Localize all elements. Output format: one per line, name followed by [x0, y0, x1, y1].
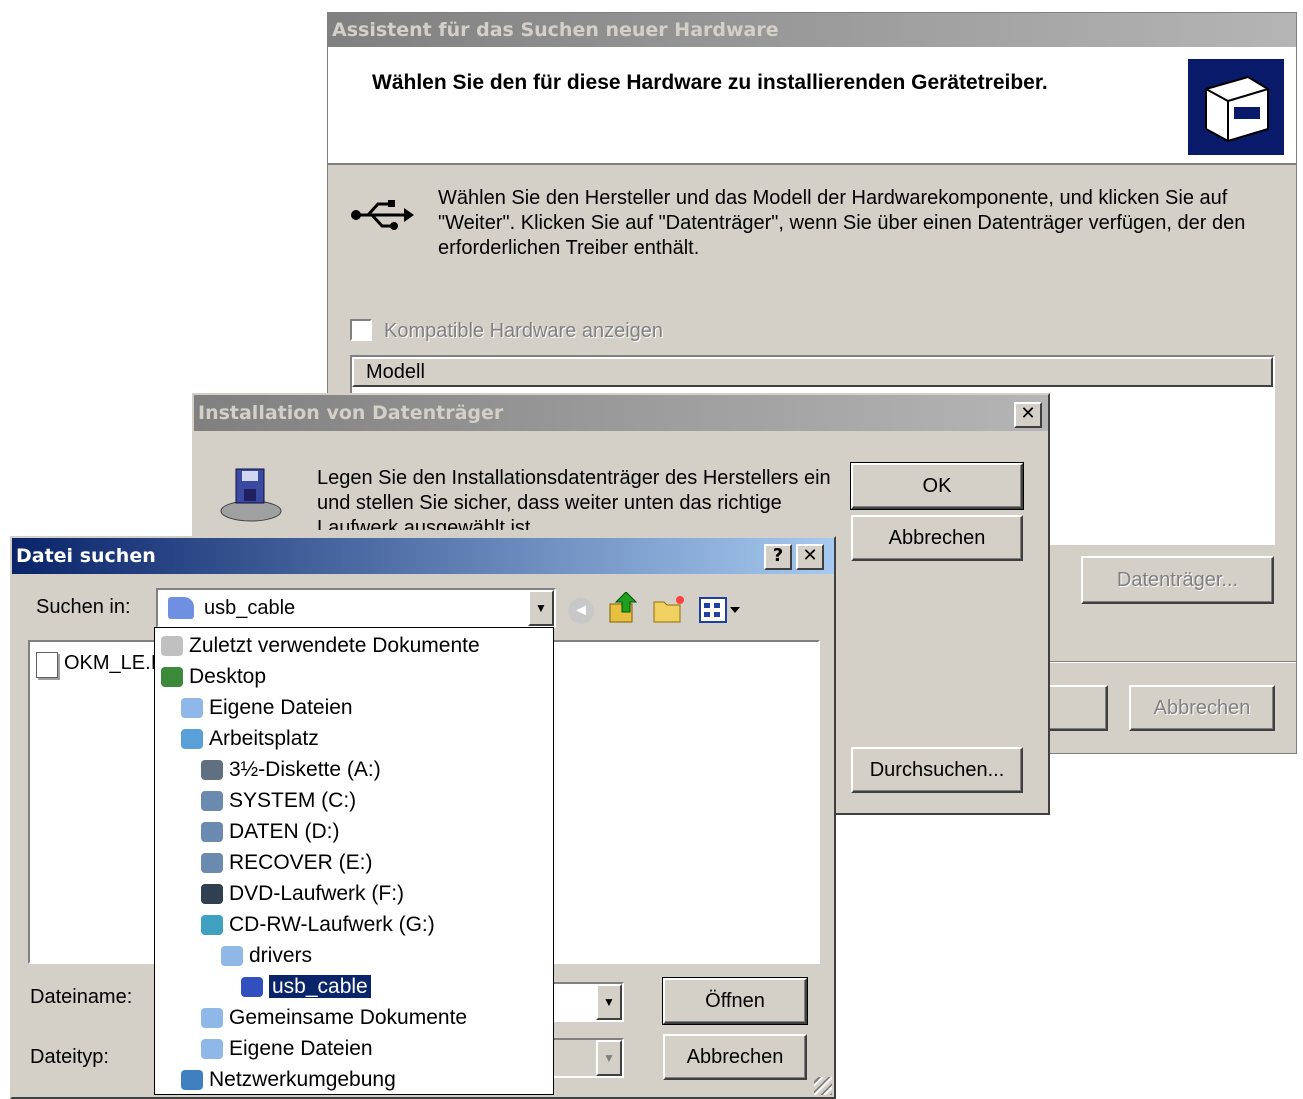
my-documents-icon	[181, 698, 203, 719]
file-dialog-title-bar[interactable]: Datei suchen	[12, 538, 834, 574]
wizard-heading: Wählen Sie den für diese Hardware zu ins…	[372, 71, 1048, 94]
tree-item[interactable]: Zuletzt verwendete Dokumente	[161, 630, 480, 661]
desktop-icon	[161, 667, 183, 688]
tree-item[interactable]: 3½-Diskette (A:)	[201, 754, 381, 785]
wizard-header: Wählen Sie den für diese Hardware zu ins…	[328, 47, 1296, 165]
disk-button[interactable]: Datenträger...	[1081, 556, 1274, 604]
look-in-dropdown-list[interactable]: Zuletzt verwendete Dokumente Desktop Eigen…	[154, 627, 554, 1095]
look-in-value: usb_cable	[204, 597, 296, 619]
folder-open-icon	[221, 946, 243, 967]
install-disk-title-bar[interactable]: Installation von Datenträger	[194, 395, 1048, 431]
file-item-name[interactable]: OKM_LE.I	[64, 652, 156, 675]
look-in-combobox[interactable]: usb_cable ▼	[156, 588, 556, 628]
tree-item[interactable]: Netzwerkumgebung	[181, 1064, 396, 1094]
cd-drive-icon	[201, 915, 223, 936]
folder-open-icon	[168, 597, 194, 619]
tree-item-label: Desktop	[189, 665, 267, 688]
shared-docs-icon	[201, 1008, 223, 1029]
tree-item-label: Zuletzt verwendete Dokumente	[189, 634, 480, 657]
install-disk-ok-button[interactable]: OK	[850, 462, 1024, 510]
chevron-down-icon[interactable]: ▼	[528, 590, 554, 626]
hard-drive-icon	[201, 791, 223, 812]
tree-item[interactable]: RECOVER (E:)	[201, 847, 373, 878]
install-disk-message: Legen Sie den Installationsdatenträger d…	[317, 467, 831, 530]
up-folder-icon[interactable]	[608, 591, 638, 624]
tree-item[interactable]: Eigene Dateien	[201, 1033, 373, 1064]
install-disk-cancel-button[interactable]: Abbrechen	[851, 515, 1023, 561]
inf-file-icon	[36, 652, 58, 678]
tree-item-label: Eigene Dateien	[209, 696, 353, 719]
hard-drive-icon	[201, 853, 223, 874]
my-computer-icon	[181, 729, 203, 750]
file-dialog-cancel-button[interactable]: Abbrechen	[663, 1034, 807, 1080]
filename-label: Dateiname:	[30, 986, 133, 1008]
wizard-title-bar[interactable]: Assistent für das Suchen neuer Hardware	[328, 13, 1296, 47]
my-documents-icon	[201, 1039, 223, 1060]
tree-item-label: 3½-Diskette (A:)	[229, 758, 381, 781]
network-icon	[181, 1070, 203, 1091]
filetype-label: Dateityp:	[30, 1046, 109, 1068]
install-disk-title: Installation von Datenträger	[198, 402, 504, 424]
file-dialog-title: Datei suchen	[16, 545, 156, 567]
hard-drive-icon	[201, 822, 223, 843]
view-menu-icon[interactable]	[698, 596, 742, 624]
file-dialog-close-button[interactable]: ✕	[796, 544, 824, 570]
dvd-drive-icon	[201, 884, 223, 905]
tree-item[interactable]: SYSTEM (C:)	[201, 785, 356, 816]
open-button[interactable]: Öffnen	[662, 977, 808, 1025]
wizard-title: Assistent für das Suchen neuer Hardware	[332, 19, 779, 41]
tree-item-label: RECOVER (E:)	[229, 851, 373, 874]
tree-item-label: SYSTEM (C:)	[229, 789, 357, 812]
filename-input[interactable]: ▼	[548, 982, 624, 1022]
tree-item-label: DVD-Laufwerk (F:)	[229, 882, 405, 905]
filetype-select[interactable]: ▼	[548, 1038, 624, 1078]
tree-item[interactable]: usb_cable	[241, 971, 372, 1002]
install-disk-close-button[interactable]: ✕	[1014, 402, 1042, 428]
back-icon[interactable]: ◄	[568, 598, 594, 624]
folder-open-icon	[241, 977, 263, 998]
look-in-label: Suchen in:	[36, 596, 131, 618]
tree-item-label: CD-RW-Laufwerk (G:)	[229, 913, 435, 936]
tree-item-label: usb_cable	[268, 974, 372, 999]
compatible-hardware-checkbox[interactable]	[350, 319, 372, 341]
wizard-cancel-button[interactable]: Abbrechen	[1129, 685, 1275, 731]
filename-dropdown-arrow[interactable]: ▼	[596, 984, 622, 1020]
tree-item[interactable]: DVD-Laufwerk (F:)	[201, 878, 404, 909]
browse-button[interactable]: Durchsuchen...	[851, 747, 1023, 793]
tree-item-label: Eigene Dateien	[229, 1037, 373, 1060]
floppy-drive-icon	[201, 760, 223, 781]
resize-grip[interactable]	[814, 1077, 832, 1095]
new-folder-icon[interactable]	[652, 594, 686, 624]
compatible-hardware-label: Kompatible Hardware anzeigen	[384, 320, 664, 342]
tree-item[interactable]: DATEN (D:)	[201, 816, 339, 847]
tree-item[interactable]: Arbeitsplatz	[181, 723, 319, 754]
tree-item[interactable]: drivers	[221, 940, 312, 971]
hardware-icon	[1188, 59, 1284, 155]
model-column-header[interactable]: Modell	[352, 357, 1273, 387]
filetype-dropdown-arrow[interactable]: ▼	[596, 1040, 622, 1076]
tree-item[interactable]: Eigene Dateien	[181, 692, 353, 723]
tree-item-label: Gemeinsame Dokumente	[229, 1006, 468, 1029]
disk-drive-icon	[218, 465, 284, 531]
tree-item-label: drivers	[249, 944, 313, 967]
tree-item[interactable]: CD-RW-Laufwerk (G:)	[201, 909, 435, 940]
tree-item-label: Netzwerkumgebung	[209, 1068, 396, 1091]
tree-item-label: Arbeitsplatz	[209, 727, 319, 750]
help-button[interactable]: ?	[764, 544, 792, 570]
tree-item-label: DATEN (D:)	[229, 820, 340, 843]
wizard-description: Wählen Sie den Hersteller und das Modell…	[438, 187, 1246, 259]
recent-docs-icon	[161, 636, 183, 657]
tree-item[interactable]: Desktop	[161, 661, 266, 692]
tree-item[interactable]: Gemeinsame Dokumente	[201, 1002, 467, 1033]
usb-icon	[348, 198, 414, 238]
